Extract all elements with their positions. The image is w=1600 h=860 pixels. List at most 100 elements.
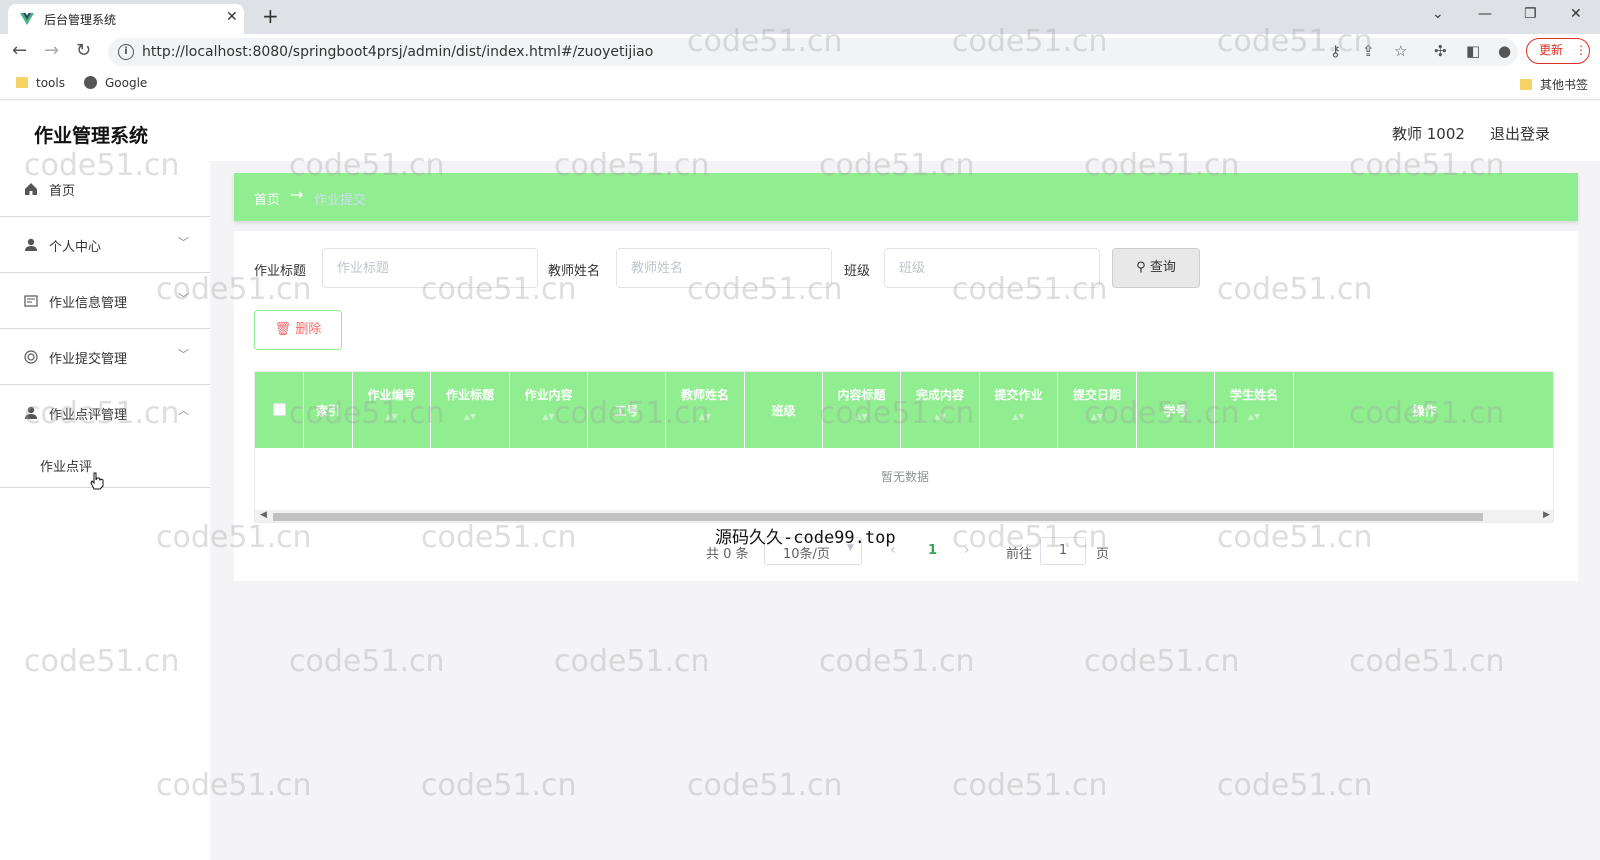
url-field[interactable]: i http://localhost:8080/springboot4prsj/… [108,38,1518,66]
sort-icon[interactable]: ▲▼ [823,412,900,421]
profile-icon[interactable]: ● [1498,42,1511,60]
table-empty-text: 暂无数据 [880,470,929,484]
scroll-left-icon[interactable]: ◀ [260,510,267,520]
extensions-icon[interactable]: ✣ [1434,42,1447,60]
table-header-cell[interactable]: 作业标题 ▲▼ [431,372,510,448]
search-button-label: 查询 [1149,260,1176,275]
table-header-cell[interactable]: 提交作业 ▲▼ [980,372,1058,448]
sidebar-item-label: 个人中心 [49,240,102,255]
sort-icon[interactable]: ▲▼ [666,412,744,421]
teacher-input[interactable] [616,248,832,288]
sidebar-item-homework-submit[interactable]: 作业提交管理 ﹀ [0,329,210,385]
bookmarks-bar: tools Google 其他书签 [0,68,1600,100]
pagination: 共 0 条 10条/页 ▼ ‹ 1 › 前往 1 页 [234,537,1578,567]
table-header-cell[interactable]: 教师姓名 ▲▼ [666,372,745,448]
app-title: 作业管理系统 [34,125,149,147]
sidepanel-icon[interactable]: ◧ [1466,42,1480,60]
table-header-cell[interactable]: 提交日期 ▲▼ [1058,372,1137,448]
forward-icon[interactable]: → [44,40,59,61]
horizontal-scrollbar[interactable]: ◀ ▶ [255,510,1553,522]
tab-close-icon[interactable]: ✕ [226,9,238,25]
logout-link[interactable]: 退出登录 [1490,123,1550,144]
breadcrumb: 首页 → 作业提交 [234,173,1578,221]
search-icon: ⚲ [1136,260,1146,275]
title-input[interactable] [322,248,538,288]
bookmark-google[interactable]: Google [84,76,147,90]
table-header-cell[interactable]: 学号 [1137,372,1215,448]
reload-icon[interactable]: ↻ [76,40,91,61]
sidebar-item-homework-review[interactable]: 作业点评管理 ︿ [0,385,210,441]
key-icon[interactable]: ⚷ [1330,42,1341,60]
minimize-icon[interactable]: — [1478,6,1492,22]
teacher-label: 教师姓名 [548,264,601,279]
breadcrumb-home[interactable]: 首页 [254,189,280,208]
target-icon [24,350,38,364]
star-icon[interactable]: ☆ [1394,42,1407,60]
sort-icon[interactable]: ▲▼ [431,412,509,421]
sort-icon[interactable]: ▲▼ [353,412,430,421]
select-all-checkbox[interactable] [273,403,286,416]
goto-page-input[interactable]: 1 [1040,537,1086,565]
folder-icon [1520,79,1532,90]
sort-icon[interactable]: ▲▼ [1058,412,1136,421]
table-header: 索引 作业编号 ▲▼ 作业标题 ▲▼ 作业内容 ▲▼ 工号 教师姓名 ▲▼ 班级 内容标… [255,372,1553,448]
table-header-cell[interactable]: 工号 [588,372,666,448]
chevron-down-icon: ﹀ [178,236,189,249]
search-button[interactable]: ⚲ 查询 [1112,248,1200,288]
page-number-current[interactable]: 1 [928,543,937,558]
sort-icon[interactable]: ▲▼ [510,412,587,421]
breadcrumb-current: 作业提交 [314,193,367,208]
sort-icon[interactable]: ▲▼ [1215,412,1293,421]
table-header-cell[interactable]: 作业内容 ▲▼ [510,372,588,448]
class-input[interactable] [884,248,1100,288]
new-tab-button[interactable]: + [262,4,279,28]
update-label: 更新 [1539,43,1564,57]
chevron-down-icon: ﹀ [178,348,189,361]
chevron-down-icon: ﹀ [178,292,189,305]
scroll-right-icon[interactable]: ▶ [1543,510,1550,520]
table-header-cell[interactable]: 内容标题 ▲▼ [823,372,901,448]
vue-logo-icon [20,13,34,25]
table-header-cell[interactable]: 完成内容 ▲▼ [901,372,980,448]
sidebar-item-profile[interactable]: 个人中心 ﹀ [0,217,210,273]
more-icon[interactable]: ⋮ [1575,39,1587,62]
home-icon [25,183,37,195]
breadcrumb-arrow-icon: → [290,185,304,204]
scrollbar-thumb[interactable] [273,513,1483,521]
main-panel: 作业标题 教师姓名 班级 ⚲ 查询 🗑 删除 索引 作业编号▲▼ 作业标题▲▼ … [234,231,1578,581]
sort-icon[interactable]: ▲▼ [901,412,979,421]
goto-label: 前往 [1006,547,1033,562]
sidebar-item-homework-info[interactable]: 作业信息管理 ﹀ [0,273,210,329]
next-page-icon[interactable]: › [964,542,970,558]
share-icon[interactable]: ⇪ [1362,42,1375,60]
bookmark-tools[interactable]: tools [16,76,65,90]
sidebar-item-label: 作业点评管理 [49,408,128,423]
title-label: 作业标题 [254,264,307,279]
url-text[interactable]: http://localhost:8080/springboot4prsj/ad… [142,44,653,60]
update-button[interactable]: 更新 ⋮ [1526,38,1590,64]
close-window-icon[interactable]: ✕ [1570,6,1582,22]
site-info-icon[interactable]: i [118,44,134,60]
restore-icon[interactable]: ❐ [1524,6,1537,22]
user-icon [25,406,37,419]
sidebar-subitem-label: 作业点评 [40,460,93,475]
app-root: 作业管理系统 教师 1002 退出登录 首页 个人中心 ﹀ 作业信息管理 ﹀ 作… [0,101,1600,860]
sidebar-item-label: 作业提交管理 [49,352,128,367]
table-header-cell[interactable]: 学生姓名 ▲▼ [1215,372,1294,448]
browser-tab[interactable]: 后台管理系统 ✕ [8,4,244,34]
tab-search-icon[interactable]: ⌄ [1432,6,1444,22]
page-size-value: 10条/页 [783,547,830,562]
table-header-cell: 操作 [1412,404,1437,418]
table-header-cell[interactable]: 作业编号 ▲▼ [353,372,431,448]
back-icon[interactable]: ← [12,40,27,61]
table-header-cell[interactable]: 班级 [745,372,823,448]
data-table: 索引 作业编号 ▲▼ 作业标题 ▲▼ 作业内容 ▲▼ 工号 教师姓名 ▲▼ 班级 内容标… [254,371,1554,523]
class-label: 班级 [844,264,871,279]
current-user: 教师 1002 [1392,125,1465,143]
sidebar-subitem-review[interactable]: 作业点评 [0,444,210,490]
bookmark-other[interactable]: 其他书签 [1520,76,1588,93]
sidebar-item-home[interactable]: 首页 [0,161,210,217]
sort-icon[interactable]: ▲▼ [980,412,1057,421]
table-header-cell[interactable]: 索引 [304,372,353,448]
delete-button[interactable]: 🗑 删除 [254,310,342,350]
